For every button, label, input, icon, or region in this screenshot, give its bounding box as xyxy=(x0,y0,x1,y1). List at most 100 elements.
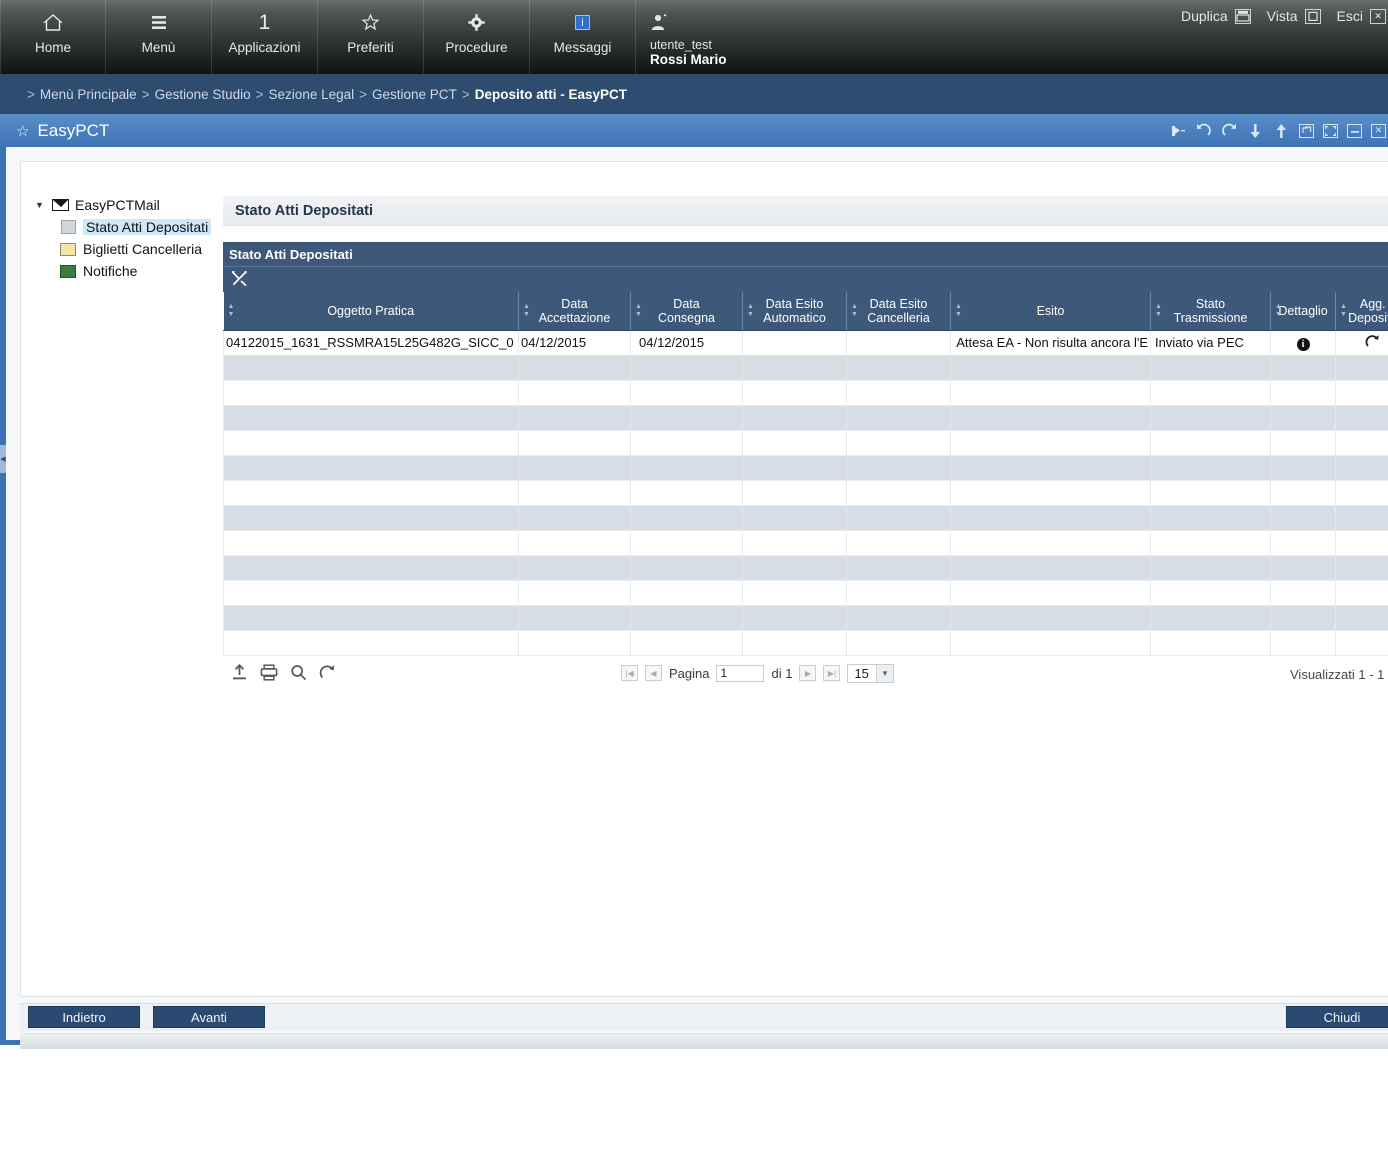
table-row[interactable] xyxy=(223,580,1388,606)
nav-item-procedure[interactable]: Procedure xyxy=(424,0,530,74)
window-status-footer xyxy=(20,1033,1388,1049)
favorite-star-icon[interactable]: ☆ xyxy=(16,122,29,140)
nav-item-menu[interactable]: Menù xyxy=(106,0,212,74)
cell-empty xyxy=(630,505,743,531)
table-row[interactable] xyxy=(223,605,1388,631)
breadcrumb-item-2[interactable]: Sezione Legal xyxy=(269,87,355,102)
column-header-data-esito-automatico[interactable]: ▲ ▼ Data Esito Automatico xyxy=(742,292,847,331)
table-row[interactable]: 04122015_1631_RSSMRA15L25G482G_SICC_0 04… xyxy=(223,330,1388,356)
restore-icon[interactable] xyxy=(1299,123,1314,138)
table-row[interactable] xyxy=(223,455,1388,481)
column-label-line2: Automatico xyxy=(763,310,826,325)
first-page-icon[interactable]: |◀ xyxy=(621,665,638,681)
close-button[interactable]: Chiudi xyxy=(1286,1006,1388,1028)
export-icon[interactable] xyxy=(231,663,248,684)
cell-empty xyxy=(1150,555,1271,581)
table-row[interactable] xyxy=(223,405,1388,431)
chevron-down-icon[interactable]: ▼ xyxy=(875,664,893,682)
cell-data-esito-cancelleria xyxy=(846,330,951,356)
cell-dettaglio[interactable]: i xyxy=(1270,330,1336,356)
column-header-esito[interactable]: ▲ ▼ Esito xyxy=(950,292,1151,331)
table-row[interactable] xyxy=(223,355,1388,381)
nav-item-user[interactable]: utente_test Rossi Mario xyxy=(636,0,766,74)
sort-icon[interactable]: ▲ ▼ xyxy=(1275,303,1282,319)
maximize-icon[interactable] xyxy=(1323,123,1338,138)
esci-action[interactable]: Esci ✕ xyxy=(1337,8,1386,24)
sort-icon[interactable]: ▲ ▼ xyxy=(1155,303,1162,319)
cell-empty xyxy=(630,380,743,406)
prev-page-icon[interactable]: ◀ xyxy=(645,665,662,681)
wrench-tools-icon[interactable] xyxy=(231,270,248,289)
cell-data-consegna: 04/12/2015 xyxy=(630,330,743,356)
table-row[interactable] xyxy=(223,530,1388,556)
move-down-icon[interactable] xyxy=(1247,122,1264,139)
sort-icon[interactable]: ▲ ▼ xyxy=(955,303,962,319)
table-row[interactable] xyxy=(223,505,1388,531)
search-icon[interactable] xyxy=(290,664,307,684)
view-window-icon[interactable] xyxy=(1304,8,1321,24)
duplicate-window-icon[interactable] xyxy=(1234,8,1251,24)
sort-icon[interactable]: ▲ ▼ xyxy=(851,303,858,319)
close-icon[interactable]: ✕ xyxy=(1371,123,1386,138)
sort-icon[interactable]: ▲ ▼ xyxy=(747,303,754,319)
refresh-icon[interactable] xyxy=(319,664,336,683)
breadcrumb: > Menù Principale > Gestione Studio > Se… xyxy=(0,74,1388,114)
column-header-data-consegna[interactable]: ▲ ▼ Data Consegna xyxy=(630,292,743,331)
cell-empty xyxy=(518,580,631,606)
print-icon[interactable] xyxy=(260,663,278,684)
column-header-oggetto-pratica[interactable]: ▲ ▼ Oggetto Pratica xyxy=(223,292,519,331)
sort-icon[interactable]: ▲ ▼ xyxy=(523,303,530,319)
undo-icon[interactable] xyxy=(1195,122,1212,139)
back-button[interactable]: Indietro xyxy=(28,1006,140,1028)
column-header-data-accettazione[interactable]: ▲ ▼ Data Accettazione xyxy=(518,292,631,331)
sort-icon[interactable]: ▲ ▼ xyxy=(635,303,642,319)
breadcrumb-item-1[interactable]: Gestione Studio xyxy=(155,87,251,102)
table-row[interactable] xyxy=(223,630,1388,656)
next-page-icon[interactable]: ▶ xyxy=(799,665,817,681)
record-count-label: Visualizzati 1 - 1 di 1 xyxy=(1290,666,1388,682)
table-row[interactable] xyxy=(223,430,1388,456)
sidebar-collapse-handle-icon[interactable]: ◀ xyxy=(0,445,6,473)
sidebar-item-notifiche[interactable]: Notifiche xyxy=(29,260,225,282)
column-label-line1: Data xyxy=(673,296,700,311)
sort-icon[interactable]: ▲ ▼ xyxy=(1340,303,1347,319)
sidebar-item-easypctmail[interactable]: ▼ EasyPCTMail xyxy=(29,194,225,216)
column-header-agg-deposito[interactable]: ▲▼ Agg. Deposito xyxy=(1335,292,1388,331)
column-header-stato-trasmissione[interactable]: ▲ ▼ Stato Trasmissione xyxy=(1150,292,1271,331)
column-header-data-esito-cancelleria[interactable]: ▲ ▼ Data Esito Cancelleria xyxy=(846,292,951,331)
user-avatar-icon xyxy=(650,8,668,36)
pagination-control: |◀ ◀ Pagina 1 di 1 ▶ ▶| 15 ▼ xyxy=(621,663,894,683)
column-header-dettaglio[interactable]: ▲ ▼ Dettaglio xyxy=(1270,292,1336,331)
chevron-down-icon[interactable]: ▼ xyxy=(35,200,45,210)
nav-item-applicazioni[interactable]: 1 Applicazioni xyxy=(212,0,318,74)
move-up-icon[interactable] xyxy=(1273,122,1290,139)
nav-item-preferiti[interactable]: Preferiti xyxy=(318,0,424,74)
exit-icon[interactable]: ✕ xyxy=(1370,8,1386,24)
nav-item-home[interactable]: Home xyxy=(0,0,106,74)
refresh-icon[interactable] xyxy=(1365,334,1380,352)
pin-icon[interactable] xyxy=(1169,122,1186,139)
cell-empty xyxy=(630,355,743,381)
duplica-action[interactable]: Duplica xyxy=(1181,8,1251,24)
cell-empty xyxy=(846,580,951,606)
next-button[interactable]: Avanti xyxy=(153,1006,265,1028)
table-row[interactable] xyxy=(223,480,1388,506)
sidebar-item-biglietti-cancelleria[interactable]: Biglietti Cancelleria xyxy=(29,238,225,260)
info-icon[interactable]: i xyxy=(1296,337,1310,351)
sort-icon[interactable]: ▲ ▼ xyxy=(228,303,235,319)
column-label: Dettaglio xyxy=(1278,303,1328,318)
sidebar-item-stato-atti-depositati[interactable]: Stato Atti Depositati xyxy=(29,216,225,238)
pagination-page-input[interactable]: 1 xyxy=(716,664,765,682)
breadcrumb-item-3[interactable]: Gestione PCT xyxy=(372,87,457,102)
cell-empty xyxy=(1150,530,1271,556)
cell-agg-deposito[interactable] xyxy=(1335,330,1388,356)
table-row[interactable] xyxy=(223,380,1388,406)
redo-icon[interactable] xyxy=(1221,122,1238,139)
nav-item-messaggi[interactable]: i Messaggi xyxy=(530,0,636,74)
last-page-icon[interactable]: ▶| xyxy=(823,665,841,681)
table-row[interactable] xyxy=(223,555,1388,581)
vista-action[interactable]: Vista xyxy=(1267,8,1321,24)
page-size-select[interactable]: 15 ▼ xyxy=(847,663,894,683)
minimize-icon[interactable] xyxy=(1347,123,1362,138)
breadcrumb-item-0[interactable]: Menù Principale xyxy=(40,87,137,102)
